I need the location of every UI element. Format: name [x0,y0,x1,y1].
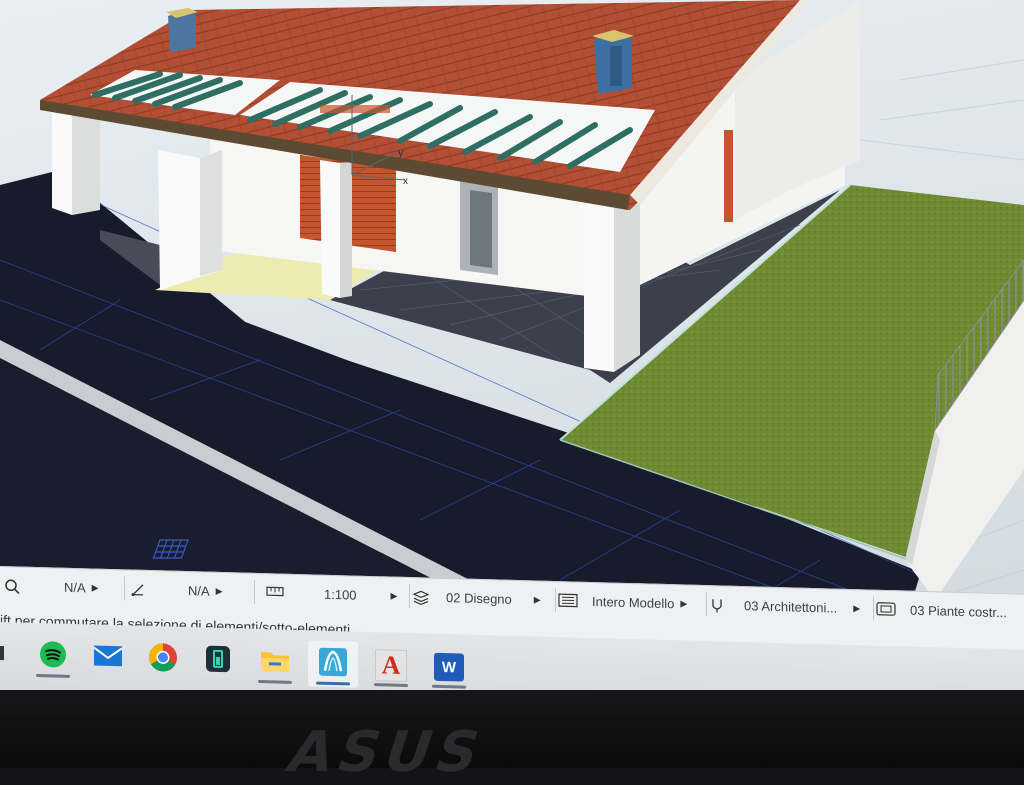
archicad-active-indicator [316,681,350,686]
angle-icon [130,582,146,597]
zoom-icon [4,578,20,595]
scale-ruler-icon [266,585,284,599]
taskbar-autocad[interactable]: A [366,642,416,689]
pen-set-value: 03 Architettoni... [744,597,838,616]
folder-icon [260,647,290,679]
autocad-icon: A [375,649,407,683]
file-explorer-partial-icon [0,641,6,669]
axis-x-label: x [403,176,408,187]
angle-value: N/A [188,582,210,599]
zoom-dropdown-icon[interactable]: ▶ [92,582,99,593]
scale-value: 1:100 [324,586,357,603]
autocad-running-indicator [374,683,408,688]
scale-dropdown-icon[interactable]: ▶ [391,590,398,601]
chrome-icon [148,642,178,678]
taskbar-file-explorer-partial[interactable] [0,631,20,678]
dimension-standard-value: 03 Piante costr... [910,602,1007,620]
side-door [724,130,733,222]
3d-house-scene[interactable]: y x [0,0,1024,620]
spotify-icon [39,640,67,674]
spotify-running-indicator [36,673,70,678]
scale-selector[interactable]: 1:100 ▶ [262,580,410,609]
autocad-icon-letter: A [381,650,401,680]
layer-combination-selector[interactable]: 02 Disegno ▶ [408,584,556,613]
layer-combination-value: 02 Disegno [446,589,512,607]
model-view-selector[interactable]: Intero Modello ▶ [554,587,707,617]
taskbar-file-explorer[interactable] [250,639,300,686]
monitor-brand-logo: ASUS [279,720,495,785]
chimney-right [592,30,634,94]
pen-set-selector[interactable]: 03 Architettoni... ▶ [706,592,874,621]
chimney-left [166,8,198,52]
archicad-icon [318,646,348,682]
pergola-accent [320,105,390,113]
zoom-value: N/A [64,579,86,595]
taskbar-archicad[interactable] [308,640,358,688]
word-icon: W [434,652,464,682]
layer-dropdown-icon[interactable]: ▶ [534,594,541,605]
battery-app-icon [205,644,231,678]
taskbar-battery-app[interactable] [193,637,243,684]
explorer-running-indicator [258,679,292,684]
monitor-bezel: ASUS [0,690,1024,785]
pen-set-icon [710,597,726,613]
taskbar-spotify[interactable] [28,633,78,680]
model-view-dropdown-icon[interactable]: ▶ [680,598,687,609]
axis-y-label: y [398,147,404,159]
word-icon-letter: W [441,658,457,676]
model-view-icon [558,593,578,608]
pen-set-dropdown-icon[interactable]: ▶ [853,603,860,614]
word-running-indicator [432,684,466,689]
angle-dropdown-icon[interactable]: ▶ [216,585,223,596]
door-glass [470,190,492,268]
taskbar-chrome[interactable] [138,636,188,683]
taskbar-mail[interactable] [83,634,133,681]
model-view-value: Intero Modello [592,593,675,611]
dimension-standard-selector[interactable]: 03 Piante costr... [872,597,1024,625]
angle-field[interactable]: N/A ▶ [126,576,255,604]
layer-stack-icon [412,589,430,606]
zoom-field[interactable]: N/A ▶ [0,573,125,601]
taskbar-word[interactable]: W [424,643,474,690]
mail-icon [93,643,123,673]
dimension-icon [876,602,896,616]
